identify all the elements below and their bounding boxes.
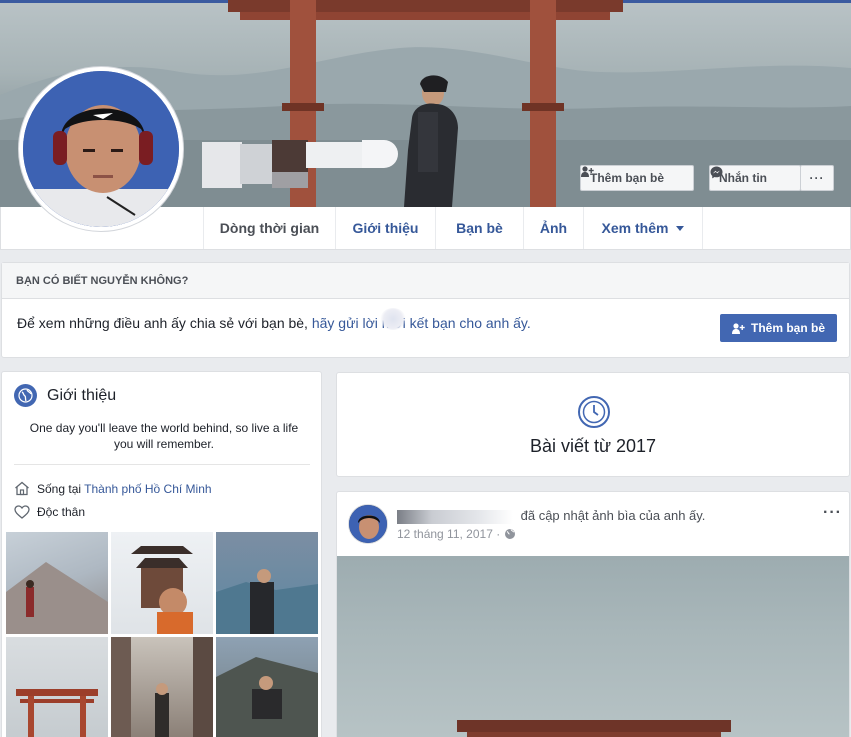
- post-author-avatar[interactable]: [348, 504, 388, 544]
- relationship-status: Độc thân: [37, 505, 86, 519]
- tab-friends-label: Bạn bè: [456, 220, 503, 236]
- tab-more-label: Xem thêm: [601, 220, 669, 236]
- message-label: Nhắn tin: [719, 171, 767, 185]
- post-meta: 12 tháng 11, 2017 ·: [397, 527, 516, 541]
- post-date[interactable]: 12 tháng 11, 2017 ·: [397, 527, 500, 541]
- lives-prefix: Sống tại: [37, 481, 85, 496]
- more-options-button[interactable]: ···: [800, 165, 834, 191]
- year-label: Bài viết từ 2017: [529, 436, 657, 456]
- redaction-blot: [380, 308, 406, 330]
- intro-heading: Giới thiệu: [14, 384, 116, 407]
- profile-avatar[interactable]: [18, 66, 184, 232]
- tab-timeline-label: Dòng thời gian: [219, 220, 320, 236]
- tab-friends[interactable]: Bạn bè: [435, 207, 523, 249]
- more-options-label: ···: [809, 171, 825, 185]
- post-header-text: đã cập nhật ảnh bìa của anh ấy.: [397, 508, 705, 524]
- globe-icon: [14, 384, 37, 407]
- tab-about[interactable]: Giới thiệu: [335, 207, 435, 249]
- lives-in-row: Sống tại Thành phố Hồ Chí Minh: [14, 481, 212, 496]
- post-options-button[interactable]: ···: [823, 504, 842, 522]
- suggestion-text: Để xem những điều anh ấy chia sẻ với bạn…: [17, 315, 531, 331]
- photo-grid: [6, 532, 318, 737]
- post-card: đã cập nhật ảnh bìa của anh ấy. 12 tháng…: [336, 491, 850, 737]
- tab-photos-label: Ảnh: [539, 220, 568, 236]
- relationship-row: Độc thân: [14, 505, 85, 519]
- tab-more[interactable]: Xem thêm: [583, 207, 703, 249]
- intro-card: Giới thiệu One day you'll leave the worl…: [1, 371, 322, 737]
- profile-name-blurred: [202, 140, 402, 188]
- add-friend-primary-button[interactable]: Thêm bạn bè: [720, 314, 837, 342]
- clock-icon: [578, 396, 610, 428]
- add-friend-icon: [581, 166, 594, 177]
- intro-title: Giới thiệu: [47, 386, 117, 404]
- photo-thumb[interactable]: [111, 637, 213, 737]
- suggestion-heading: BẠN CÓ BIẾT NGUYỄN KHÔNG?: [2, 263, 849, 299]
- post-action: đã cập nhật ảnh bìa của anh ấy.: [520, 508, 706, 523]
- photo-thumb[interactable]: [216, 532, 318, 634]
- friend-suggestion-box: BẠN CÓ BIẾT NGUYỄN KHÔNG? Để xem những đ…: [1, 262, 850, 358]
- add-friend-primary-label: Thêm bạn bè: [750, 321, 825, 335]
- year-divider-card: Bài viết từ 2017: [336, 372, 850, 477]
- add-friend-label: Thêm bạn bè: [590, 171, 665, 185]
- intro-bio: One day you'll leave the world behind, s…: [29, 421, 299, 451]
- tab-timeline[interactable]: Dòng thời gian: [203, 207, 335, 249]
- add-friend-icon: [731, 322, 745, 334]
- heart-icon: [14, 505, 30, 519]
- avatar-portrait: [23, 71, 179, 227]
- send-request-link[interactable]: hãy gửi lời mời kết bạn cho anh ấy.: [312, 315, 531, 331]
- messenger-icon: [710, 166, 723, 179]
- tab-photos[interactable]: Ảnh: [523, 207, 583, 249]
- photo-thumb[interactable]: [6, 532, 108, 634]
- photo-thumb[interactable]: [216, 637, 318, 737]
- intro-divider: [14, 464, 310, 465]
- suggestion-body: Để xem những điều anh ấy chia sẻ với bạn…: [17, 315, 312, 331]
- home-icon: [15, 481, 29, 496]
- add-friend-button[interactable]: Thêm bạn bè: [580, 165, 694, 191]
- globe-icon: [505, 529, 516, 539]
- city-link[interactable]: Thành phố Hồ Chí Minh: [84, 482, 211, 496]
- post-photo[interactable]: [337, 556, 849, 737]
- photo-thumb[interactable]: [111, 532, 213, 634]
- chevron-down-icon: [676, 225, 685, 231]
- tab-about-label: Giới thiệu: [352, 220, 419, 236]
- message-button[interactable]: Nhắn tin: [709, 165, 801, 191]
- post-author-blurred[interactable]: [397, 509, 513, 524]
- photo-thumb[interactable]: [6, 637, 108, 737]
